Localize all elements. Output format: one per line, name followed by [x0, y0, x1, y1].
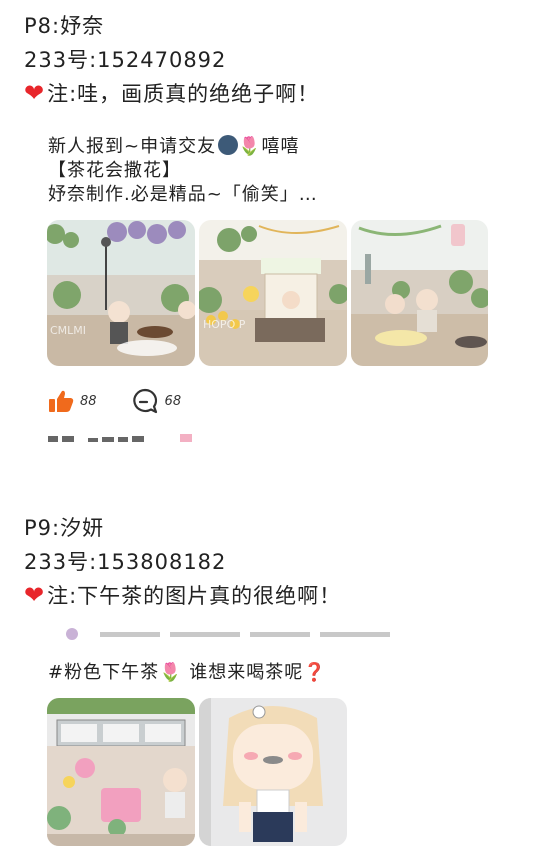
post-image-1[interactable]: CMLMI: [47, 220, 195, 366]
post-note: ❤注:哇，画质真的绝绝子啊！: [24, 78, 319, 108]
post-image-3[interactable]: [351, 220, 488, 366]
note-text: 注:下午茶的图片真的很绝啊！: [47, 584, 342, 608]
note-text: 注:哇，画质真的绝绝子啊！: [47, 82, 320, 106]
post-actions: 88 68: [48, 388, 181, 414]
comment-bubble-icon: [132, 388, 157, 414]
post-id-line: 233号:153808182: [24, 550, 227, 574]
post-hashtag-line: #粉色下午茶🌷 谁想来喝茶呢❓: [48, 658, 327, 684]
post-note: ❤注:下午茶的图片真的很绝啊！: [24, 580, 341, 610]
post-image-2[interactable]: HOPO P: [199, 220, 347, 366]
like-button[interactable]: 88: [48, 389, 97, 413]
red-question-icon: ❓: [303, 662, 327, 683]
post-title: P9:汐妍: [24, 516, 105, 540]
post-image-2[interactable]: [199, 698, 347, 846]
moon-emoji-icon: [218, 135, 239, 155]
watermark: CMLMI: [50, 324, 87, 337]
truncated-comment-preview: [48, 432, 208, 442]
tulip-emoji-icon: 🌷: [238, 136, 262, 157]
truncated-header-strip: [60, 628, 400, 640]
text-line1-suffix: 嘻嘻: [261, 136, 300, 157]
tulip-emoji-icon: 🌷: [159, 662, 183, 683]
post-text-line1: 新人报到~申请交友 🌷嘻嘻: [48, 132, 300, 158]
hashtag-suffix-text: 谁想来喝茶呢: [189, 662, 304, 683]
text-line1: 新人报到~申请交友: [48, 136, 217, 157]
red-heart-icon: ❤: [24, 581, 46, 609]
post-text-line2: 【茶花会撒花】: [48, 160, 181, 181]
hashtag-text[interactable]: #粉色下午茶: [48, 662, 159, 683]
image-grid: [47, 698, 347, 846]
post-title: P8:妤奈: [24, 14, 105, 38]
red-heart-icon: ❤: [24, 79, 46, 107]
comment-button[interactable]: 68: [131, 388, 182, 414]
comment-count: 68: [164, 393, 182, 409]
post-image-1[interactable]: [47, 698, 195, 846]
post-id-line: 233号:152470892: [24, 48, 227, 72]
thumbs-up-icon: [49, 390, 74, 412]
like-count: 88: [80, 393, 97, 409]
post-text-line3: 妤奈制作.必是精品~「偷笑」…: [48, 184, 318, 205]
watermark: HOPO P: [203, 318, 246, 331]
image-grid: CMLMI HOPO P: [47, 220, 488, 366]
